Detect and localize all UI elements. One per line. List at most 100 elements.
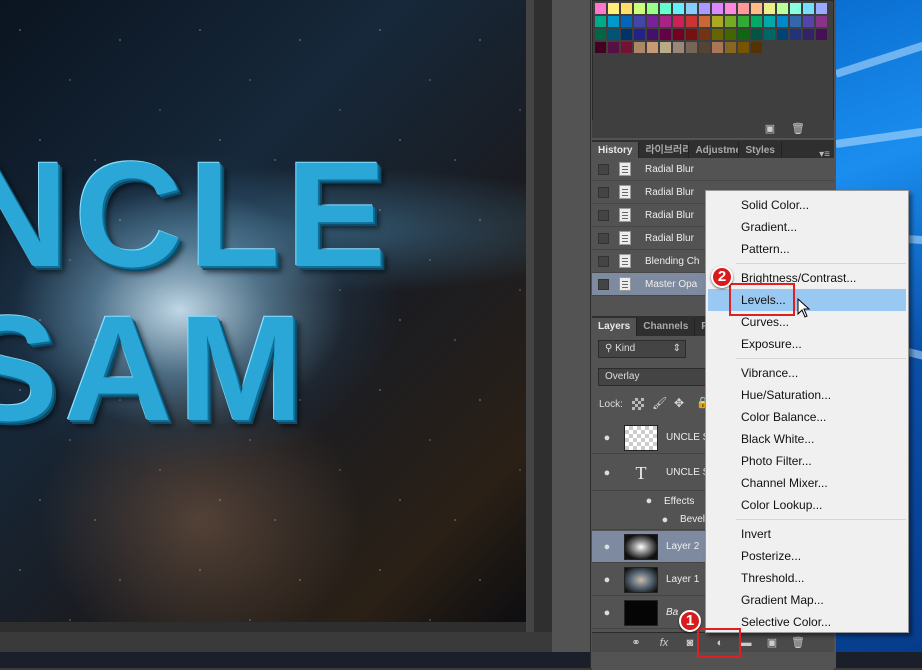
new-layer-icon[interactable]: ▣: [764, 635, 780, 651]
color-swatch[interactable]: [595, 42, 606, 53]
color-swatch[interactable]: [621, 3, 632, 14]
menu-item[interactable]: Color Lookup...: [708, 494, 906, 516]
color-swatch[interactable]: [647, 42, 658, 53]
history-item[interactable]: Radial Blur: [592, 158, 834, 181]
color-swatch[interactable]: [777, 3, 788, 14]
snapshot-checkbox[interactable]: [598, 186, 609, 198]
trash-icon[interactable]: 🗑: [790, 635, 806, 651]
color-swatch[interactable]: [686, 42, 697, 53]
color-swatch[interactable]: [621, 16, 632, 27]
visibility-eye-icon[interactable]: ●: [600, 540, 614, 554]
menu-item[interactable]: Pattern...: [708, 238, 906, 260]
color-swatch[interactable]: [647, 3, 658, 14]
lock-brush-icon[interactable]: 🖌: [652, 396, 667, 410]
layer-mask-icon[interactable]: ◙: [682, 635, 698, 651]
color-swatch[interactable]: [660, 29, 671, 40]
color-swatch[interactable]: [764, 16, 775, 27]
menu-item[interactable]: Vibrance...: [708, 362, 906, 384]
snapshot-checkbox[interactable]: [598, 232, 609, 244]
color-swatch[interactable]: [816, 16, 827, 27]
lock-transparency-icon[interactable]: [632, 398, 644, 410]
color-swatch[interactable]: [712, 16, 723, 27]
menu-item[interactable]: Photo Filter...: [708, 450, 906, 472]
document-canvas[interactable]: NCLE SAM: [0, 0, 526, 622]
color-swatch[interactable]: [803, 29, 814, 40]
color-swatch[interactable]: [816, 3, 827, 14]
new-swatch-icon[interactable]: ▣: [762, 121, 778, 137]
blend-mode-select[interactable]: Overlay: [598, 368, 708, 386]
color-swatch[interactable]: [595, 3, 606, 14]
color-swatch[interactable]: [751, 3, 762, 14]
color-swatch[interactable]: [608, 16, 619, 27]
color-swatch[interactable]: [686, 29, 697, 40]
color-swatch[interactable]: [790, 3, 801, 14]
menu-item[interactable]: Solid Color...: [708, 194, 906, 216]
color-swatch[interactable]: [660, 42, 671, 53]
visibility-eye-icon[interactable]: ●: [600, 466, 614, 480]
tab-layers[interactable]: Layers: [592, 318, 638, 336]
color-swatch[interactable]: [673, 16, 684, 27]
color-swatch[interactable]: [803, 3, 814, 14]
visibility-eye-icon[interactable]: ●: [600, 573, 614, 587]
snapshot-checkbox[interactable]: [598, 255, 609, 267]
color-swatch[interactable]: [777, 29, 788, 40]
color-swatch[interactable]: [608, 42, 619, 53]
color-swatch[interactable]: [751, 16, 762, 27]
snapshot-checkbox[interactable]: [598, 163, 609, 175]
menu-item[interactable]: Invert: [708, 523, 906, 545]
color-swatch[interactable]: [751, 29, 762, 40]
color-swatch[interactable]: [816, 29, 827, 40]
color-swatch[interactable]: [673, 3, 684, 14]
color-swatch[interactable]: [673, 42, 684, 53]
color-swatch[interactable]: [660, 16, 671, 27]
menu-item[interactable]: Gradient...: [708, 216, 906, 238]
color-swatch[interactable]: [764, 29, 775, 40]
menu-item[interactable]: Gradient Map...: [708, 589, 906, 611]
color-swatch[interactable]: [608, 29, 619, 40]
color-swatch[interactable]: [647, 16, 658, 27]
color-swatch[interactable]: [712, 42, 723, 53]
color-swatch[interactable]: [634, 42, 645, 53]
menu-item[interactable]: Posterize...: [708, 545, 906, 567]
color-swatch[interactable]: [699, 3, 710, 14]
color-swatch[interactable]: [725, 42, 736, 53]
color-swatch[interactable]: [803, 16, 814, 27]
color-swatch[interactable]: [764, 3, 775, 14]
link-layers-icon[interactable]: ⚭: [628, 635, 644, 651]
color-swatch[interactable]: [777, 16, 788, 27]
color-swatch[interactable]: [634, 29, 645, 40]
snapshot-checkbox[interactable]: [598, 278, 609, 290]
menu-item[interactable]: Hue/Saturation...: [708, 384, 906, 406]
color-swatch[interactable]: [595, 29, 606, 40]
color-swatch[interactable]: [686, 3, 697, 14]
color-swatch[interactable]: [621, 42, 632, 53]
color-swatch[interactable]: [699, 29, 710, 40]
menu-item[interactable]: Exposure...: [708, 333, 906, 355]
color-swatch[interactable]: [608, 3, 619, 14]
color-swatch[interactable]: [699, 16, 710, 27]
menu-item[interactable]: Black White...: [708, 428, 906, 450]
menu-item[interactable]: Channel Mixer...: [708, 472, 906, 494]
color-swatch[interactable]: [738, 42, 749, 53]
trash-icon[interactable]: 🗑: [790, 121, 806, 137]
color-swatch[interactable]: [790, 16, 801, 27]
color-swatch[interactable]: [647, 29, 658, 40]
color-swatch[interactable]: [634, 3, 645, 14]
tab-channels[interactable]: Channels: [637, 318, 696, 336]
visibility-eye-icon[interactable]: ●: [600, 431, 614, 445]
color-swatch[interactable]: [738, 16, 749, 27]
menu-item[interactable]: Threshold...: [708, 567, 906, 589]
visibility-eye-icon[interactable]: ●: [658, 513, 672, 527]
color-swatch[interactable]: [660, 3, 671, 14]
color-swatch[interactable]: [686, 16, 697, 27]
color-swatch[interactable]: [673, 29, 684, 40]
snapshot-checkbox[interactable]: [598, 209, 609, 221]
color-swatch[interactable]: [712, 3, 723, 14]
color-swatch[interactable]: [738, 29, 749, 40]
visibility-eye-icon[interactable]: ●: [642, 494, 656, 508]
color-swatch[interactable]: [712, 29, 723, 40]
layer-filter-select[interactable]: ⚲ Kind ⇕: [598, 340, 686, 358]
menu-item[interactable]: Color Balance...: [708, 406, 906, 428]
color-swatch[interactable]: [725, 16, 736, 27]
color-swatch[interactable]: [751, 42, 762, 53]
